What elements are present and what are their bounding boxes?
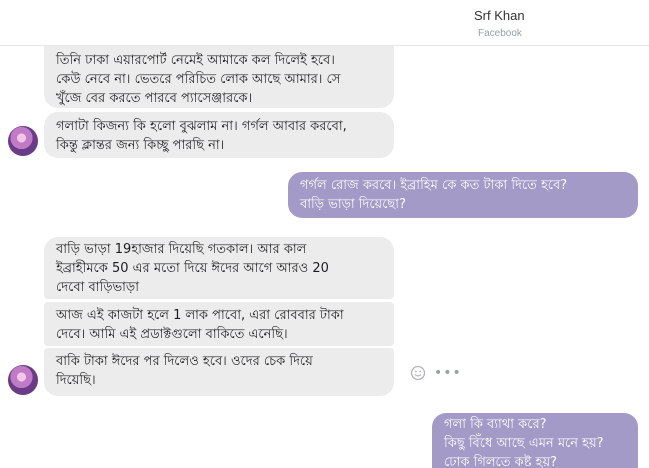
avatar[interactable] [8,126,38,156]
contact-subtitle: Facebook [478,28,522,39]
conversation-header: Srf Khan Facebook [0,0,649,46]
message-actions: ••• [410,365,462,381]
message-outgoing[interactable]: গর্গল রোজ করবে। ইব্রাহিম কে কত টাকা দিতে… [288,172,638,218]
message-incoming[interactable]: তিনি ঢাকা এয়ারপোর্ট নেমেই আমাকে কল দিলে… [44,46,394,108]
more-options-icon[interactable]: ••• [434,366,462,380]
message-incoming[interactable]: বাড়ি ভাড়া 19হাজার দিয়েছি গতকাল। আর কা… [44,237,394,299]
message-incoming[interactable]: আজ এই কাজটা হলে 1 লাক পাবো, এরা রোববার ট… [44,302,394,346]
contact-name[interactable]: Srf Khan [474,8,525,23]
smile-icon[interactable] [410,365,426,381]
avatar[interactable] [8,365,38,395]
message-incoming[interactable]: বাকি টাকা ঈদের পর দিলেও হবে। ওদের চেক দি… [44,348,394,396]
message-incoming[interactable]: গলাটা কিজন্য কি হলো বুঝলাম না। গর্গল আবা… [44,112,394,158]
message-outgoing[interactable]: গলা কি ব্যাথা করে? কিছু বিঁধে আছে এমন মন… [432,413,638,468]
